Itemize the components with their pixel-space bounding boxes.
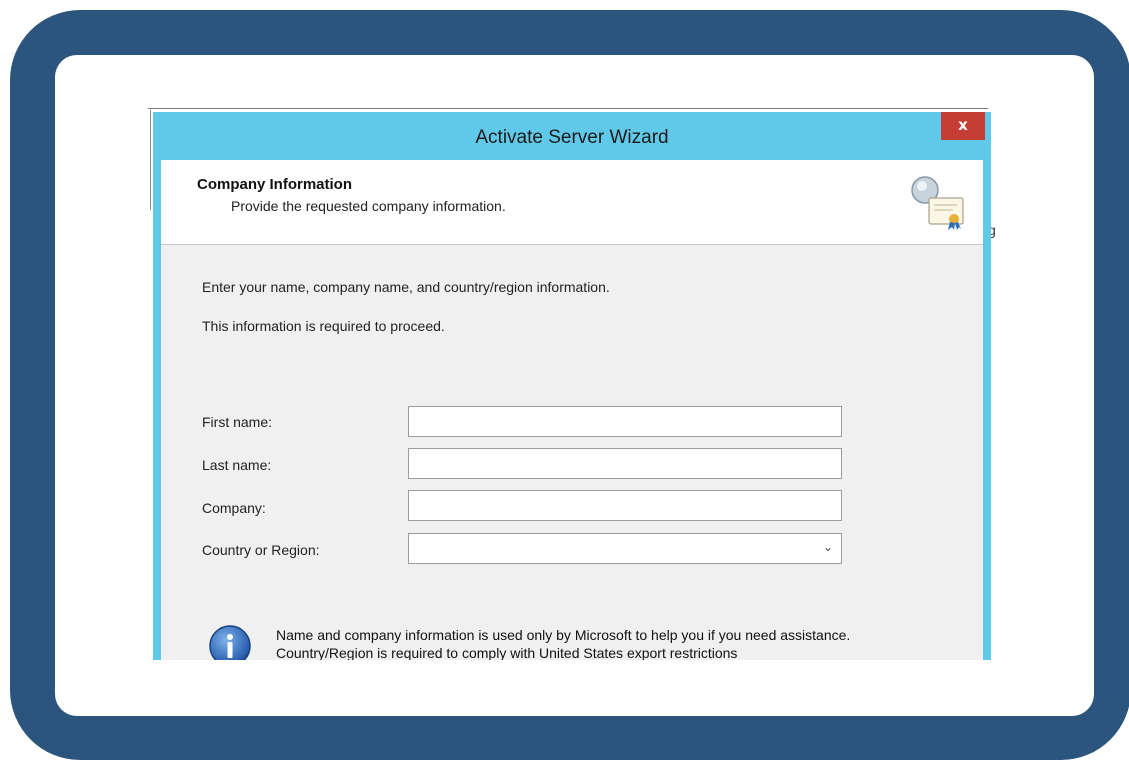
first-name-field[interactable] <box>408 406 842 437</box>
page-subtitle: Provide the requested company informatio… <box>231 198 506 214</box>
chevron-down-icon[interactable]: ⌄ <box>823 540 833 554</box>
first-name-label: First name: <box>202 414 273 430</box>
background-window-edge-left <box>150 110 151 210</box>
info-text: Name and company information is used onl… <box>276 627 851 660</box>
required-note: This information is required to proceed. <box>202 318 445 334</box>
activate-server-wizard-dialog: Activate Server Wizard x Company Informa… <box>153 112 991 660</box>
last-name-label: Last name: <box>202 457 272 473</box>
company-field[interactable] <box>408 490 842 521</box>
info-icon <box>209 625 251 660</box>
last-name-field[interactable] <box>408 448 842 479</box>
title-bar[interactable]: Activate Server Wizard x <box>153 112 991 160</box>
country-select[interactable]: ⌄ <box>408 533 842 564</box>
dialog-title: Activate Server Wizard <box>475 127 669 148</box>
close-button[interactable]: x <box>941 112 985 140</box>
background-window-edge <box>148 108 988 109</box>
company-label: Company: <box>202 500 266 516</box>
country-label: Country or Region: <box>202 542 320 558</box>
certificate-icon <box>911 176 964 230</box>
wizard-header: Company Information Provide the requeste… <box>161 160 983 245</box>
instruction-text: Enter your name, company name, and count… <box>202 279 610 295</box>
page-title: Company Information <box>197 176 353 193</box>
dialog-client-area: Company Information Provide the requeste… <box>161 160 983 660</box>
